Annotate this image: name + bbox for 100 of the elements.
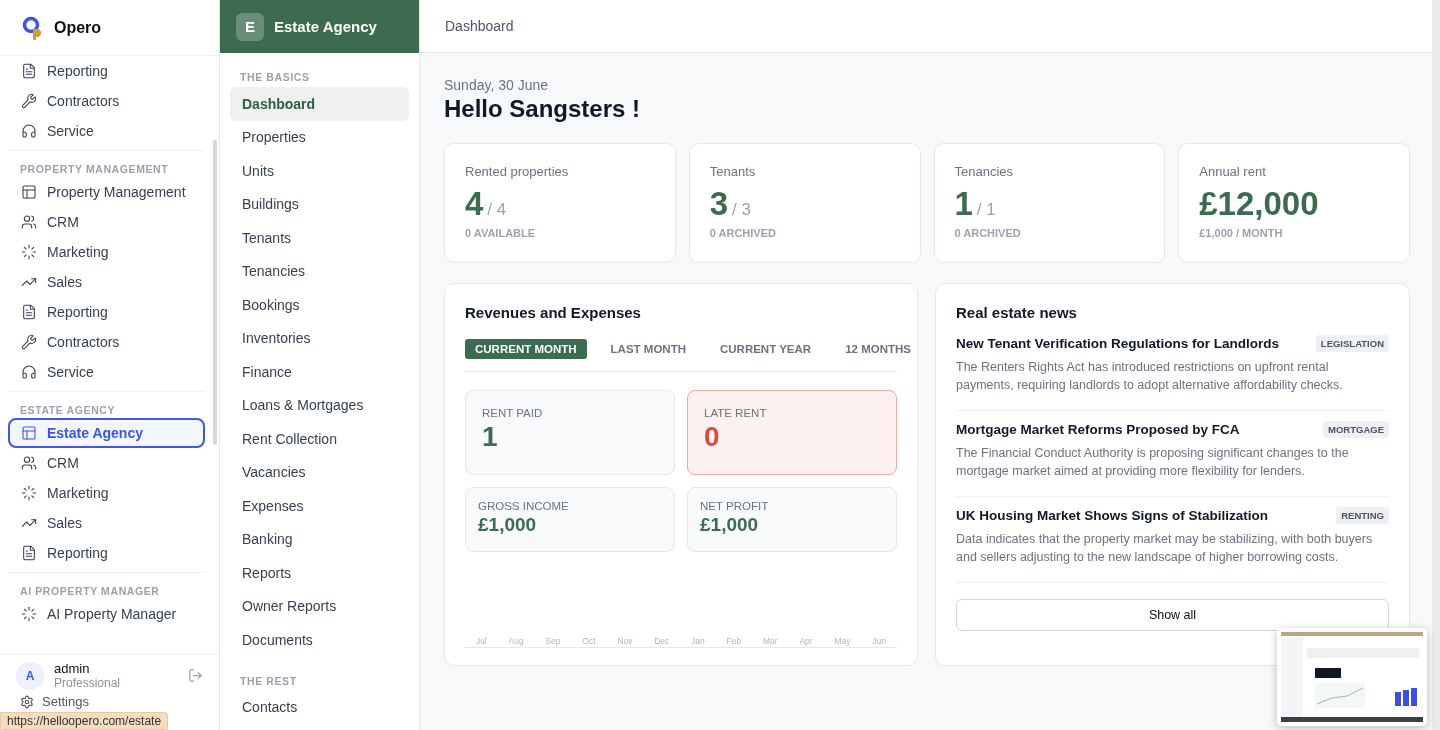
- sidebar-item[interactable]: Contractors: [8, 327, 205, 357]
- nav-item[interactable]: Vacancies: [230, 455, 409, 489]
- nav-item[interactable]: Owner Reports: [230, 589, 409, 623]
- nav-item[interactable]: Tenants: [230, 221, 409, 255]
- nav-item[interactable]: Units: [230, 154, 409, 188]
- sidebar-item[interactable]: Reporting: [8, 56, 205, 86]
- users-icon: [21, 214, 37, 230]
- nav-item[interactable]: Rent Collection: [230, 422, 409, 456]
- nav-item[interactable]: Tenancies: [230, 254, 409, 288]
- sidebar-item[interactable]: Marketing: [8, 478, 205, 508]
- stat-note: 0 ARCHIVED: [709, 227, 777, 239]
- show-all-button[interactable]: Show all: [956, 599, 1389, 631]
- nav-item[interactable]: Properties: [230, 120, 409, 154]
- headphones-icon: [21, 364, 37, 380]
- scrollbar-thumb[interactable]: [213, 140, 217, 445]
- month-label: Feb: [726, 636, 742, 646]
- section-heading: PROPERTY MANAGEMENT: [19, 162, 170, 177]
- sidebar-item[interactable]: Sales: [8, 508, 205, 538]
- period-tab[interactable]: LAST MONTH: [600, 339, 696, 359]
- sidebar-item[interactable]: CRM: [8, 448, 205, 478]
- month-label: Jun: [872, 636, 886, 646]
- sidebar-item[interactable]: Sales: [8, 267, 205, 297]
- news-tag: RENTING: [1336, 507, 1389, 524]
- nav-item[interactable]: Expenses: [230, 489, 409, 523]
- sidebar-item[interactable]: Service: [8, 116, 205, 146]
- news-tag: MORTGAGE: [1323, 421, 1389, 438]
- layout-icon: [21, 425, 37, 441]
- news-title[interactable]: UK Housing Market Shows Signs of Stabilization: [956, 508, 1269, 523]
- month-label: May: [834, 636, 851, 646]
- document-icon: [21, 545, 37, 561]
- layout-icon: [21, 184, 37, 200]
- month-label: Jul: [475, 636, 487, 646]
- month-label: Sep: [545, 636, 561, 646]
- stat-note: £1,000 / MONTH: [1199, 227, 1284, 239]
- sidebar-item[interactable]: Reporting: [8, 538, 205, 568]
- stat-total: / 3: [732, 200, 751, 220]
- sidebar-item[interactable]: Contractors: [8, 86, 205, 116]
- headphones-icon: [21, 123, 37, 139]
- settings-link[interactable]: Settings: [42, 694, 89, 709]
- app-name: Opero: [54, 18, 102, 37]
- nav-item[interactable]: Dashboard: [230, 87, 409, 121]
- stat-total: / 4: [487, 200, 507, 220]
- month-label: Dec: [654, 636, 670, 646]
- logout-icon[interactable]: [188, 668, 203, 683]
- greeting: Hello Sangsters !: [444, 95, 642, 123]
- nav-item[interactable]: Reports: [230, 556, 409, 590]
- metric-value: £1,000: [478, 514, 538, 536]
- period-tab[interactable]: CURRENT MONTH: [465, 339, 587, 359]
- metric-label: GROSS INCOME: [478, 500, 570, 512]
- metric-value: £1,000: [700, 514, 760, 536]
- document-icon: [21, 63, 37, 79]
- news-title[interactable]: New Tenant Verification Regulations for Landlords: [956, 336, 1280, 351]
- wrench-icon: [21, 93, 37, 109]
- card-title: Real estate news: [956, 304, 1078, 321]
- sidebar-item[interactable]: Marketing: [8, 237, 205, 267]
- section-heading: THE REST: [239, 673, 298, 689]
- nav-item[interactable]: Buildings: [230, 187, 409, 221]
- stat-note: 0 ARCHIVED: [954, 227, 1022, 239]
- stat-value: 1: [954, 185, 973, 223]
- sidebar-item[interactable]: Reporting: [8, 297, 205, 327]
- loader-icon: [21, 606, 37, 622]
- nav-item[interactable]: Inventories: [230, 321, 409, 355]
- nav-item[interactable]: Bookings: [230, 288, 409, 322]
- news-text: The Financial Conduct Authority is proposing significant changes to the mortgage market aimed at providing more flexibility for lenders.: [956, 445, 1350, 480]
- month-label: Aug: [508, 636, 524, 646]
- user-avatar: A: [16, 661, 44, 690]
- sidebar-item[interactable]: Estate Agency: [8, 418, 205, 448]
- nav-item[interactable]: Contacts: [230, 690, 409, 724]
- period-tab[interactable]: CURRENT YEAR: [709, 339, 822, 359]
- stat-label: Tenancies: [954, 164, 1015, 179]
- month-label: Oct: [582, 636, 596, 646]
- settings-icon: [20, 694, 34, 709]
- logo-icon: [22, 14, 44, 41]
- period-tab[interactable]: 12 MONTHS: [835, 339, 921, 359]
- stat-label: Rented properties: [465, 164, 570, 179]
- nav-item[interactable]: Finance: [230, 355, 409, 389]
- stat-value: 4: [465, 185, 484, 223]
- metric-value: 1: [482, 421, 499, 453]
- stat-value: £12,000: [1199, 185, 1319, 223]
- sidebar-item[interactable]: Property Management: [8, 177, 205, 207]
- news-title[interactable]: Mortgage Market Reforms Proposed by FCA: [956, 422, 1240, 437]
- metric-value: 0: [704, 421, 721, 453]
- status-url: https://helloopero.com/estate: [0, 712, 169, 730]
- nav-item[interactable]: Banking: [230, 522, 409, 556]
- module-title: Estate Agency: [274, 18, 377, 35]
- news-text: Data indicates that the property market may be stabilizing, with both buyers and sellers adjusting to the new landscape of higher borrowing costs.: [956, 531, 1374, 566]
- stat-label: Annual rent: [1199, 164, 1267, 179]
- section-heading: AI PROPERTY MANAGER: [19, 584, 161, 599]
- wrench-icon: [21, 334, 37, 350]
- sidebar-item[interactable]: Service: [8, 357, 205, 387]
- stat-note: 0 AVAILABLE: [465, 227, 537, 239]
- loader-icon: [21, 244, 37, 260]
- sidebar-item[interactable]: CRM: [8, 207, 205, 237]
- nav-item[interactable]: Documents: [230, 623, 409, 657]
- stat-label: Tenants: [709, 164, 757, 179]
- nav-item[interactable]: Loans & Mortgages: [230, 388, 409, 422]
- module-badge: E: [236, 12, 264, 41]
- news-text: The Renters Rights Act has introduced restrictions on upfront rental payments, requiring landlords to adopt alternative affordability checks.: [956, 359, 1344, 394]
- section-heading: THE BASICS: [239, 70, 311, 85]
- sidebar-item[interactable]: AI Property Manager: [8, 599, 205, 629]
